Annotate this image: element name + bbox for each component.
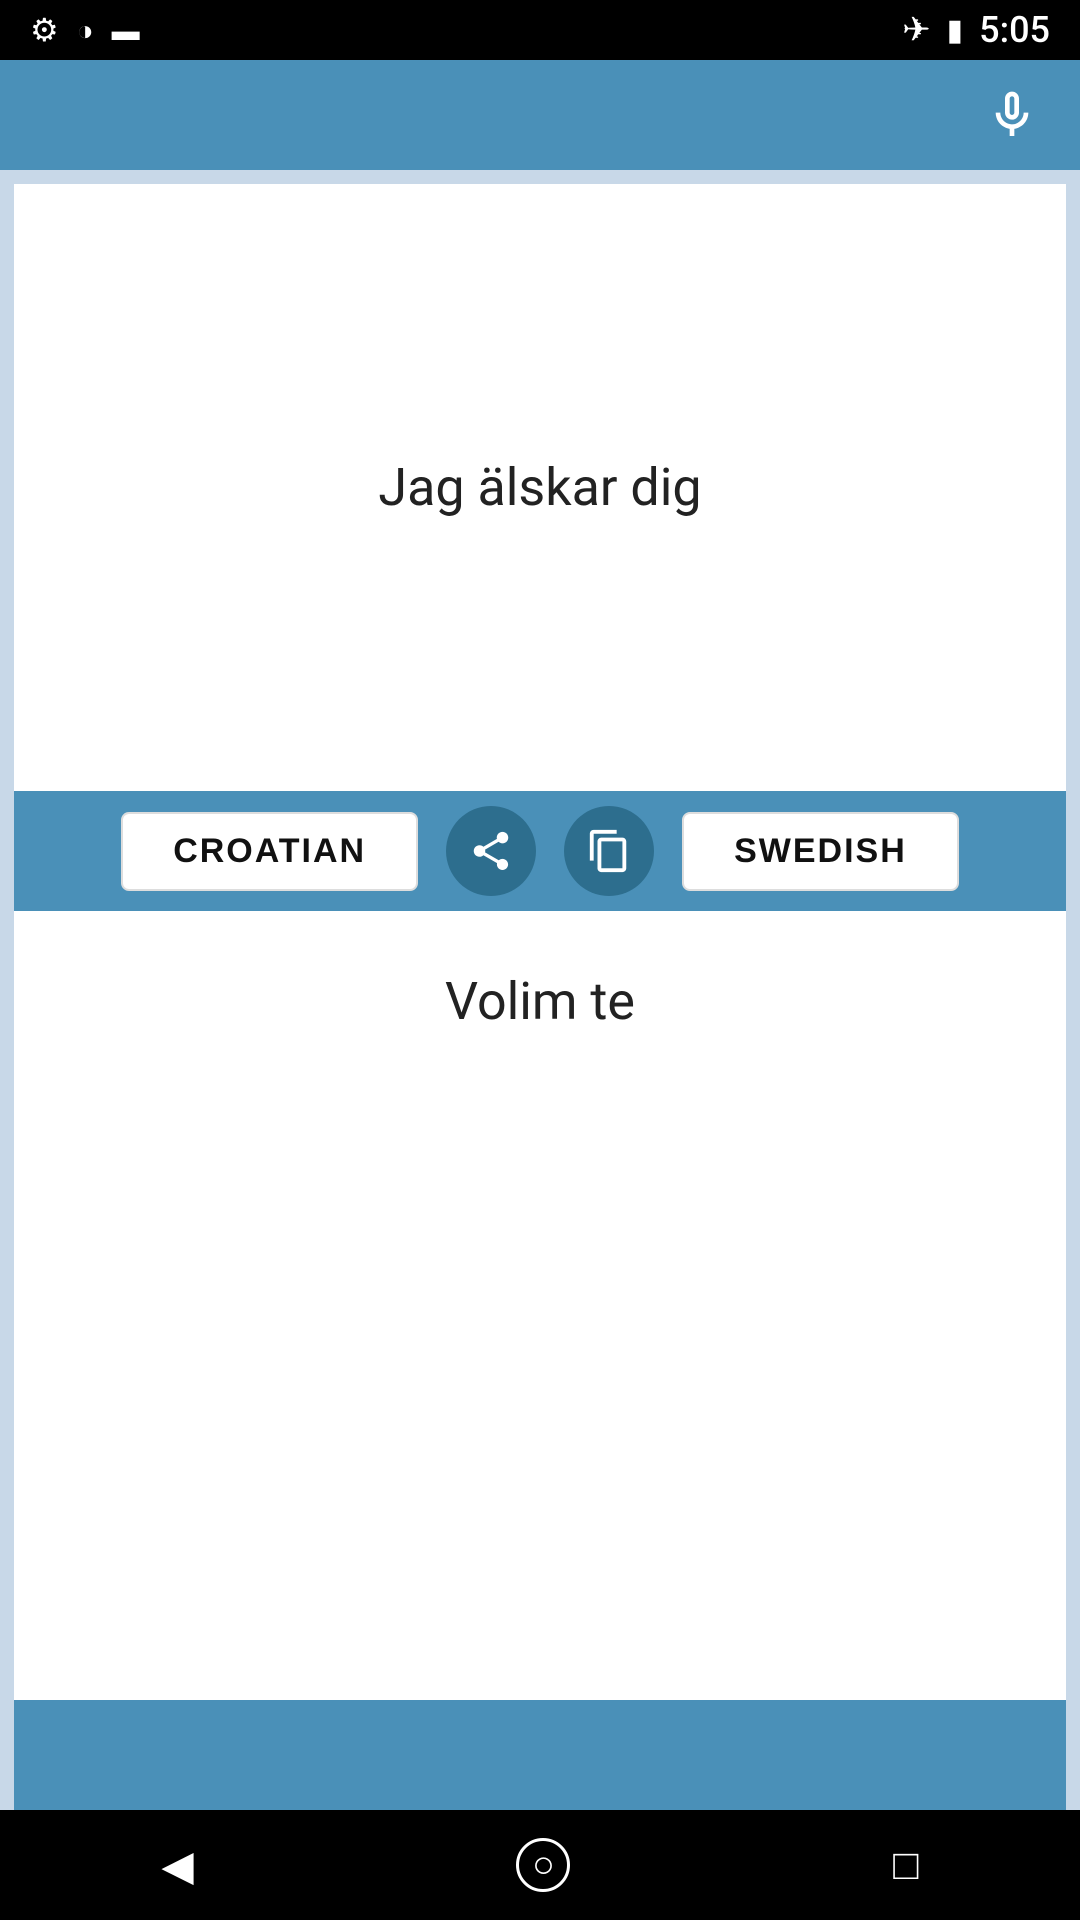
source-text: Jag älskar dig	[338, 417, 741, 558]
mic-icon	[984, 87, 1040, 143]
app-header	[0, 60, 1080, 170]
copy-icon	[586, 828, 632, 874]
copy-button[interactable]	[564, 806, 654, 896]
battery-icon: ▮	[947, 13, 964, 48]
status-right-icons: ✈ ▮ 5:05	[902, 9, 1050, 51]
controls-bar: CROATIAN SWEDISH	[14, 791, 1066, 911]
circle-icon: ◑	[77, 14, 94, 47]
recent-button[interactable]: □	[893, 1841, 918, 1889]
translation-text: Volim te	[445, 971, 635, 1032]
translation-area[interactable]: Volim te	[14, 911, 1066, 1700]
mic-button[interactable]	[984, 87, 1040, 143]
airplane-icon: ✈	[902, 10, 931, 50]
sdcard-icon: ▬	[112, 14, 140, 47]
target-language-button[interactable]: SWEDISH	[682, 812, 959, 891]
status-bar: ⚙ ◑ ▬ ✈ ▮ 5:05	[0, 0, 1080, 60]
nav-bar: ◀ ○ □	[0, 1810, 1080, 1920]
home-button[interactable]: ○	[516, 1838, 570, 1892]
bottom-accent-bar	[14, 1700, 1066, 1810]
home-icon: ○	[532, 1844, 555, 1887]
share-icon	[468, 828, 514, 874]
main-content: Jag älskar dig CROATIAN SWEDISH Volim te	[0, 170, 1080, 1810]
status-left-icons: ⚙ ◑ ▬	[30, 11, 140, 49]
settings-icon: ⚙	[30, 11, 59, 49]
back-button[interactable]: ◀	[161, 1841, 193, 1890]
source-language-button[interactable]: CROATIAN	[121, 812, 418, 891]
status-time: 5:05	[979, 9, 1050, 51]
share-button[interactable]	[446, 806, 536, 896]
source-text-area[interactable]: Jag älskar dig	[14, 184, 1066, 791]
